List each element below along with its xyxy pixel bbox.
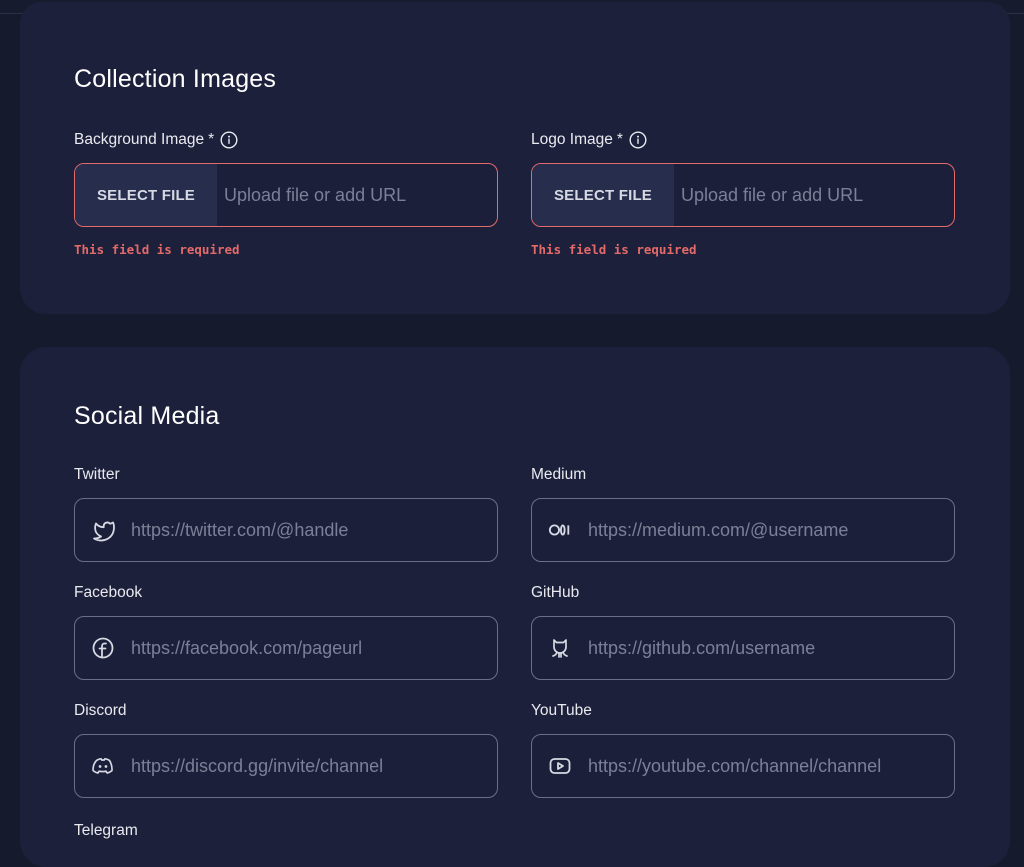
medium-icon — [548, 518, 572, 542]
collection-images-title: Collection Images — [74, 65, 277, 93]
medium-url-input[interactable] — [572, 519, 946, 541]
select-file-button[interactable]: SELECT FILE — [75, 164, 217, 226]
github-input-box — [531, 616, 955, 680]
logo-image-field: Logo Image * SELECT FILE This field is r… — [531, 130, 955, 257]
github-url-input[interactable] — [572, 637, 946, 659]
youtube-label: YouTube — [531, 702, 592, 719]
social-media-title: Social Media — [74, 402, 220, 430]
discord-input-box — [74, 734, 498, 798]
facebook-label: Facebook — [74, 584, 143, 601]
facebook-icon — [91, 636, 115, 660]
discord-label: Discord — [74, 702, 127, 719]
collection-images-card: Collection Images Background Image * SEL… — [20, 2, 1010, 314]
error-message: This field is required — [531, 242, 697, 257]
facebook-url-input[interactable] — [115, 637, 489, 659]
discord-url-input[interactable] — [115, 755, 489, 777]
background-image-field: Background Image * SELECT FILE This fiel… — [74, 130, 498, 257]
twitter-field: Twitter — [74, 465, 498, 562]
medium-input-box — [531, 498, 955, 562]
medium-label: Medium — [531, 466, 587, 483]
background-image-upload: SELECT FILE — [74, 163, 498, 227]
facebook-input-box — [74, 616, 498, 680]
info-icon[interactable] — [220, 131, 238, 149]
background-image-url-input[interactable] — [217, 164, 497, 226]
telegram-label: Telegram — [74, 822, 138, 839]
select-file-button[interactable]: SELECT FILE — [532, 164, 674, 226]
youtube-url-input[interactable] — [572, 755, 946, 777]
medium-field: Medium — [531, 465, 955, 562]
twitter-url-input[interactable] — [115, 519, 489, 541]
background-image-label: Background Image * — [74, 130, 498, 150]
youtube-field: YouTube — [531, 701, 955, 798]
discord-field: Discord — [74, 701, 498, 798]
discord-icon — [91, 754, 115, 778]
error-message: This field is required — [74, 242, 240, 257]
social-media-card: Social Media Twitter Medium Facebook — [20, 347, 1010, 867]
youtube-icon — [548, 754, 572, 778]
twitter-icon — [91, 518, 115, 542]
background-image-label-text: Background Image — [74, 131, 205, 148]
required-marker: * — [208, 131, 215, 148]
info-icon[interactable] — [629, 131, 647, 149]
twitter-label: Twitter — [74, 466, 120, 483]
github-label: GitHub — [531, 584, 580, 601]
github-field: GitHub — [531, 583, 955, 680]
logo-image-label-text: Logo Image — [531, 131, 613, 148]
logo-image-label: Logo Image * — [531, 130, 955, 150]
facebook-field: Facebook — [74, 583, 498, 680]
logo-image-url-input[interactable] — [674, 164, 954, 226]
youtube-input-box — [531, 734, 955, 798]
required-marker: * — [616, 131, 623, 148]
twitter-input-box — [74, 498, 498, 562]
logo-image-upload: SELECT FILE — [531, 163, 955, 227]
github-icon — [548, 636, 572, 660]
